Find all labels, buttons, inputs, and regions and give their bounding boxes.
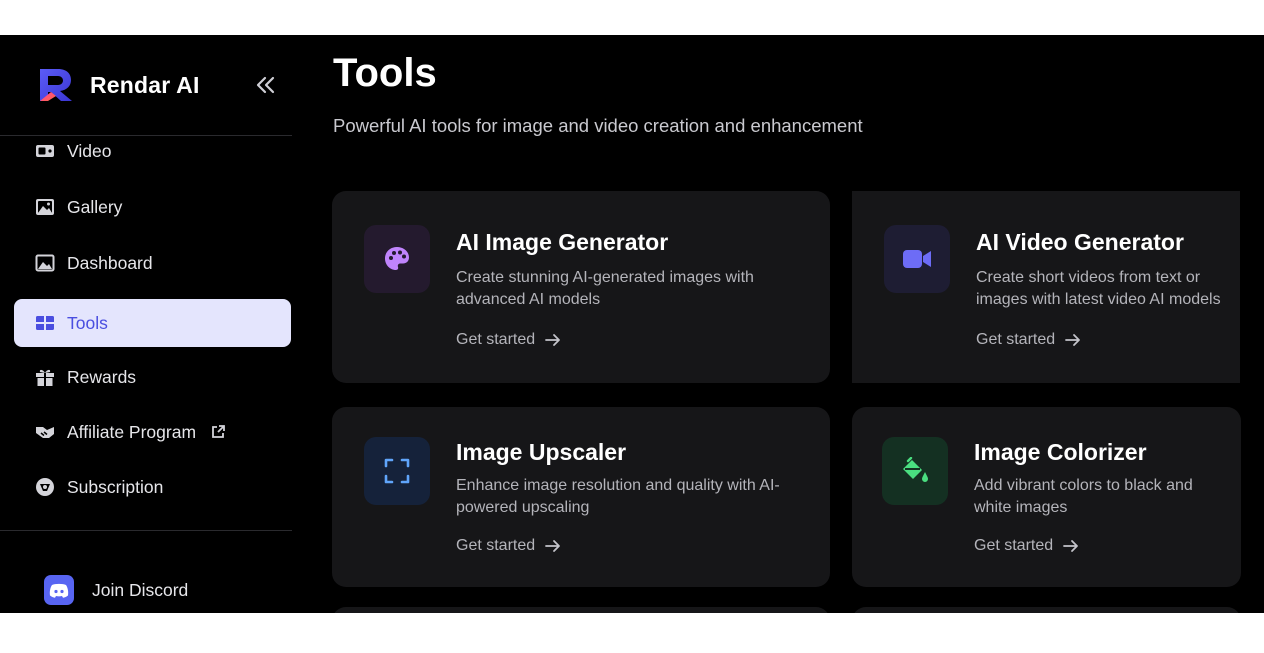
paint-bucket-icon <box>882 437 948 505</box>
tool-card-description: Enhance image resolution and quality wit… <box>456 477 780 516</box>
grid-icon <box>34 312 56 334</box>
get-started-label: Get started <box>974 537 1054 554</box>
sidebar-divider-bottom <box>0 530 292 531</box>
tool-card-image-colorizer[interactable]: Image Colorizer Add vibrant colors to bl… <box>852 407 1241 587</box>
sidebar-item-rewards[interactable]: Rewards <box>14 353 291 401</box>
sidebar-item-label: Gallery <box>67 196 123 217</box>
landscape-icon <box>34 252 56 274</box>
get-started-link[interactable]: Get started <box>974 537 1079 555</box>
join-discord-label: Join Discord <box>92 579 189 600</box>
rendar-logo-icon <box>40 69 72 101</box>
external-link-icon <box>212 425 225 438</box>
image-icon <box>34 196 56 218</box>
tool-card-title: Image Upscaler <box>456 439 627 465</box>
sidebar-item-label: Affiliate Program <box>67 421 197 442</box>
sidebar-item-label: Dashboard <box>67 252 153 273</box>
brand[interactable]: Rendar AI <box>38 67 200 103</box>
arrow-right-icon <box>545 540 561 552</box>
tool-card-title: Image Colorizer <box>974 439 1147 465</box>
handshake-icon <box>34 421 56 443</box>
sidebar-item-dashboard[interactable]: Dashboard <box>14 239 291 287</box>
sidebar-item-label: Video <box>67 140 112 161</box>
video-icon <box>884 225 950 293</box>
arrow-right-icon <box>1065 334 1081 346</box>
get-started-label: Get started <box>456 331 536 348</box>
tool-card-partial <box>332 607 830 613</box>
gift-icon <box>34 366 56 388</box>
sidebar-item-tools[interactable]: Tools <box>14 299 291 347</box>
sidebar-item-label: Subscription <box>67 476 164 497</box>
discord-icon <box>44 575 74 605</box>
get-started-link[interactable]: Get started <box>456 537 561 555</box>
main-content: Tools Powerful AI tools for image and vi… <box>292 35 1264 613</box>
sidebar-item-video[interactable]: Video <box>14 127 291 175</box>
sidebar-item-subscription[interactable]: Subscription <box>14 463 291 511</box>
tool-card-description: Create stunning AI-generated images with… <box>456 269 754 308</box>
tool-card-title: AI Image Generator <box>456 229 669 255</box>
sidebar-item-affiliate-program[interactable]: Affiliate Program <box>14 408 291 456</box>
tool-card-ai-video-generator[interactable]: AI Video Generator Create short videos f… <box>852 191 1240 383</box>
subscription-icon <box>34 476 56 498</box>
tool-card-description: Create short videos from text or images … <box>976 269 1221 308</box>
sidebar: Rendar AI Video Gallery Dashboard Tools … <box>0 35 292 613</box>
page-title: Tools <box>333 51 437 95</box>
get-started-label: Get started <box>456 537 536 554</box>
tool-card-description: Add vibrant colors to black and white im… <box>974 477 1193 516</box>
tool-card-ai-image-generator[interactable]: AI Image Generator Create stunning AI-ge… <box>332 191 830 383</box>
get-started-label: Get started <box>976 331 1056 348</box>
sidebar-item-label: Rewards <box>67 366 137 387</box>
chevrons-left-icon[interactable] <box>252 73 278 97</box>
join-discord-link[interactable]: Join Discord <box>44 575 188 605</box>
brand-name: Rendar AI <box>90 71 200 98</box>
app-window: Rendar AI Video Gallery Dashboard Tools … <box>0 35 1264 613</box>
expand-icon <box>364 437 430 505</box>
video-camera-icon <box>34 140 56 162</box>
tool-card-image-upscaler[interactable]: Image Upscaler Enhance image resolution … <box>332 407 830 587</box>
tool-card-partial <box>852 607 1241 613</box>
get-started-link[interactable]: Get started <box>456 331 561 349</box>
tool-card-title: AI Video Generator <box>976 229 1184 255</box>
page-subtitle: Powerful AI tools for image and video cr… <box>333 115 863 136</box>
get-started-link[interactable]: Get started <box>976 331 1081 349</box>
sidebar-item-gallery[interactable]: Gallery <box>14 183 291 231</box>
palette-icon <box>364 225 430 293</box>
arrow-right-icon <box>1063 540 1079 552</box>
sidebar-item-label: Tools <box>67 312 108 333</box>
arrow-right-icon <box>545 334 561 346</box>
